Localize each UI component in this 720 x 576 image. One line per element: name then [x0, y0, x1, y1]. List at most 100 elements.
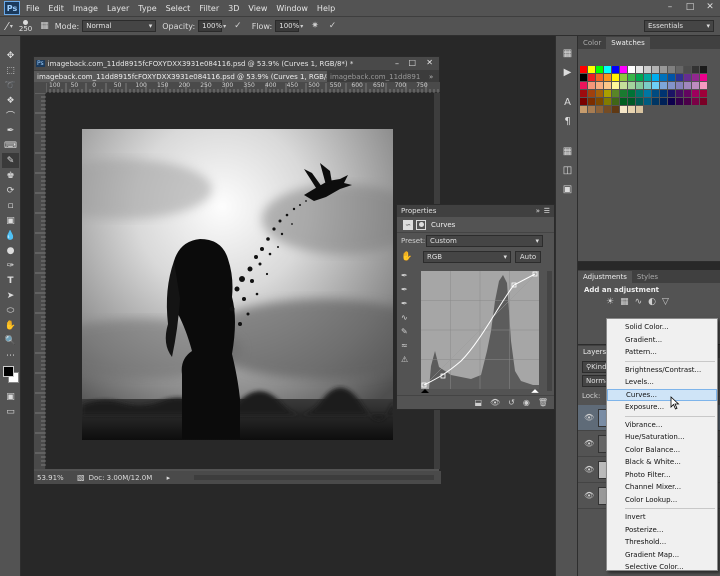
swatch[interactable] — [580, 74, 587, 81]
menu-item-black-white[interactable]: Black & White... — [607, 456, 717, 469]
doc-close-icon[interactable]: ✕ — [426, 58, 433, 67]
foreground-color-swatch[interactable] — [3, 366, 14, 377]
clip-to-layer-icon[interactable]: ⬓ — [474, 398, 482, 407]
healing-tool-icon[interactable]: ⌨ — [2, 138, 19, 153]
menu-item-hue-saturation[interactable]: Hue/Saturation... — [607, 431, 717, 444]
swatch[interactable] — [604, 74, 611, 81]
quick-mask-icon[interactable]: ▣ — [2, 389, 19, 404]
swatch[interactable] — [676, 74, 683, 81]
swatch[interactable] — [588, 90, 595, 97]
swatch[interactable] — [668, 98, 675, 105]
swatch[interactable] — [636, 82, 643, 89]
close-icon[interactable]: ✕ — [700, 0, 720, 14]
panel-menu-icon[interactable]: ☰ — [544, 207, 550, 215]
menu-item-pattern[interactable]: Pattern... — [607, 346, 717, 359]
tab-adjustments[interactable]: Adjustments — [578, 271, 632, 283]
swatch[interactable] — [604, 90, 611, 97]
swatch[interactable] — [660, 90, 667, 97]
swatch[interactable] — [612, 90, 619, 97]
hand-tool-icon[interactable]: ✋ — [2, 318, 19, 333]
channel-select[interactable]: RGB ▾ — [423, 251, 511, 263]
swatch[interactable] — [612, 74, 619, 81]
history-brush-tool-icon[interactable]: ⟳ — [2, 183, 19, 198]
character-icon[interactable]: A — [559, 94, 576, 110]
dodge-tool-icon[interactable]: ● — [2, 243, 19, 258]
quick-select-tool-icon[interactable]: ❖ — [2, 93, 19, 108]
menu-item-vibrance[interactable]: Vibrance... — [607, 419, 717, 432]
tool-preset-chevron-icon[interactable]: ▾ — [10, 23, 13, 30]
swatch[interactable] — [620, 90, 627, 97]
trash-icon[interactable]: 🗑 — [538, 398, 548, 407]
swatch[interactable] — [636, 98, 643, 105]
visibility-icon[interactable]: ◉ — [523, 398, 530, 407]
swatch[interactable] — [620, 74, 627, 81]
menu-view[interactable]: View — [248, 4, 267, 13]
swatch[interactable] — [652, 66, 659, 73]
swatch[interactable] — [676, 82, 683, 89]
swatch[interactable] — [604, 82, 611, 89]
blur-tool-icon[interactable]: 💧 — [2, 228, 19, 243]
swatch[interactable] — [596, 74, 603, 81]
zoom-level[interactable]: 53.91% — [37, 474, 77, 482]
doc-minimize-icon[interactable]: – — [395, 59, 399, 68]
navigator-icon[interactable]: ◫ — [559, 162, 576, 178]
swatch[interactable] — [668, 82, 675, 89]
eye-icon[interactable]: 👁 — [584, 439, 594, 448]
eye-icon[interactable]: 👁 — [584, 413, 594, 422]
swatch[interactable] — [588, 98, 595, 105]
history-icon[interactable]: ▦ — [559, 45, 576, 61]
path-select-tool-icon[interactable]: ➤ — [2, 288, 19, 303]
airbrush-icon[interactable]: ✷ — [311, 21, 319, 31]
levels-icon[interactable]: ▦ — [620, 297, 629, 307]
menu-window[interactable]: Window — [276, 4, 308, 13]
eye-icon[interactable]: 👁 — [584, 491, 594, 500]
info-icon[interactable]: ▦ — [559, 143, 576, 159]
tab-swatches[interactable]: Swatches — [606, 37, 650, 49]
menu-item-posterize[interactable]: Posterize... — [607, 524, 717, 537]
swatch[interactable] — [604, 106, 611, 113]
swatch[interactable] — [644, 98, 651, 105]
workspace-select[interactable]: Essentials ▾ — [644, 20, 714, 32]
menu-item-curves[interactable]: Curves... — [607, 388, 717, 401]
maximize-icon[interactable]: □ — [680, 0, 700, 14]
swatch[interactable] — [612, 106, 619, 113]
swatch[interactable] — [588, 74, 595, 81]
brush-panel-icon[interactable]: ▦ — [40, 21, 49, 31]
menu-3d[interactable]: 3D — [228, 4, 239, 13]
pencil-draw-icon[interactable]: ✎ — [401, 327, 415, 341]
tab-color[interactable]: Color — [578, 37, 606, 49]
pressure-size-icon[interactable]: ✓ — [329, 21, 337, 31]
status-toggle-icon[interactable]: ▧ — [77, 473, 85, 482]
swatch[interactable] — [684, 74, 691, 81]
swatch[interactable] — [628, 82, 635, 89]
horizontal-scrollbar[interactable] — [194, 475, 434, 480]
move-tool-icon[interactable]: ✥ — [2, 48, 19, 63]
swatch[interactable] — [684, 66, 691, 73]
swatch[interactable] — [652, 74, 659, 81]
swatch[interactable] — [628, 90, 635, 97]
smooth-icon[interactable]: ≈ — [401, 341, 415, 355]
swatch[interactable] — [660, 98, 667, 105]
swatch[interactable] — [660, 74, 667, 81]
swatch[interactable] — [644, 66, 651, 73]
status-menu-icon[interactable]: ▸ — [167, 474, 171, 482]
menu-item-gradient-map[interactable]: Gradient Map... — [607, 549, 717, 562]
swatch[interactable] — [604, 66, 611, 73]
swatch[interactable] — [588, 82, 595, 89]
paragraph-icon[interactable]: ¶ — [559, 113, 576, 129]
tabs-overflow-icon[interactable]: » — [429, 73, 433, 81]
swatch[interactable] — [692, 98, 699, 105]
swatch[interactable] — [676, 98, 683, 105]
menu-item-invert[interactable]: Invert — [607, 511, 717, 524]
swatch-grid[interactable] — [580, 66, 708, 114]
swatch[interactable] — [644, 82, 651, 89]
swatch[interactable] — [628, 66, 635, 73]
curve-edit-icon[interactable]: ∿ — [401, 313, 415, 327]
gradient-tool-icon[interactable]: ▣ — [2, 213, 19, 228]
menu-item-color-balance[interactable]: Color Balance... — [607, 444, 717, 457]
swatch[interactable] — [588, 66, 595, 73]
swatch[interactable] — [596, 98, 603, 105]
swatch[interactable] — [596, 106, 603, 113]
swatch[interactable] — [580, 66, 587, 73]
swatch[interactable] — [612, 98, 619, 105]
